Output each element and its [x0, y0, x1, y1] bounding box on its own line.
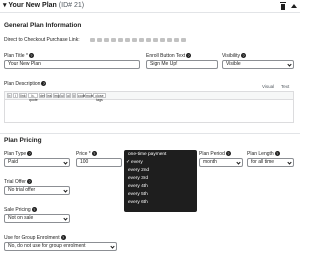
- plan-length-label: Plan Length?: [247, 151, 280, 157]
- trial-offer-select[interactable]: No trial offer: [4, 186, 70, 195]
- chevron-down-icon: [287, 62, 292, 67]
- code-button[interactable]: code: [77, 93, 86, 98]
- group-enrolment-select[interactable]: No, do not use for group enrolment: [4, 242, 117, 251]
- price-input[interactable]: 100: [76, 158, 122, 167]
- menu-item-every-2nd[interactable]: every 2nd: [128, 168, 149, 173]
- help-icon: ?: [240, 53, 246, 59]
- plan-header: ▾ Your New Plan (ID# 21): [0, 0, 300, 13]
- menu-item-every-5th[interactable]: every 5th: [128, 192, 148, 197]
- enroll-button-input[interactable]: Sign Me Up!: [146, 60, 218, 69]
- group-enrolment-label: Use for Group Enrolment?: [4, 235, 66, 241]
- chevron-down-icon: [63, 188, 68, 193]
- chevron-down-icon: [63, 216, 68, 221]
- trial-offer-label: Trial Offer?: [4, 179, 32, 185]
- editor-toolbar: b i link b-quote del ins img ul ol li co…: [5, 92, 293, 102]
- close-tags-button[interactable]: close tags: [93, 93, 106, 102]
- link-button[interactable]: link: [19, 93, 27, 98]
- menu-item-one-time[interactable]: one-time payment: [128, 152, 166, 157]
- general-heading: General Plan Information: [4, 22, 82, 29]
- chevron-down-icon: [287, 160, 292, 165]
- checkout-link-label: Direct to Checkout Purchase Link:: [4, 37, 80, 43]
- pricing-heading: Plan Pricing: [4, 137, 42, 144]
- plan-length-select[interactable]: for all time: [247, 158, 294, 167]
- help-icon: ?: [28, 53, 34, 59]
- plan-title-label: Plan Title *?: [4, 53, 34, 59]
- tab-visual[interactable]: Visual: [262, 84, 274, 89]
- menu-item-every-3rd[interactable]: every 3rd: [128, 176, 148, 181]
- menu-item-every-4th[interactable]: every 4th: [128, 184, 148, 189]
- checkout-link-value[interactable]: [90, 38, 186, 42]
- plan-header-title[interactable]: ▾ Your New Plan (ID# 21): [3, 1, 84, 9]
- chevron-down-icon: [63, 160, 68, 165]
- chevron-down-icon: [110, 244, 115, 249]
- visibility-select[interactable]: Visible: [222, 60, 294, 69]
- img-button[interactable]: img: [53, 93, 60, 98]
- description-editor[interactable]: b i link b-quote del ins img ul ol li co…: [4, 91, 294, 123]
- help-icon: ?: [225, 151, 231, 157]
- li-button[interactable]: li: [72, 93, 76, 98]
- help-icon: ?: [274, 151, 280, 157]
- chevron-down-icon: [236, 160, 241, 165]
- plan-title-input[interactable]: Your New Plan: [4, 60, 140, 69]
- enroll-button-label: Enroll Button Text?: [146, 53, 192, 59]
- help-icon: ?: [31, 207, 37, 213]
- plan-type-label: Plan Type?: [4, 151, 33, 157]
- section-divider: [0, 133, 300, 134]
- plan-period-select[interactable]: month: [199, 158, 243, 167]
- plan-name: Your New Plan: [8, 2, 57, 9]
- bold-button[interactable]: b: [7, 93, 12, 98]
- tab-text[interactable]: Text: [281, 84, 289, 89]
- help-icon: ?: [60, 235, 66, 241]
- blockquote-button[interactable]: b-quote: [28, 93, 38, 102]
- plan-id: (ID# 21): [58, 2, 85, 9]
- sale-pricing-label: Sale Pricing?: [4, 207, 37, 213]
- visibility-label: Visibility?: [222, 53, 246, 59]
- menu-item-every[interactable]: every: [126, 160, 143, 165]
- price-label: Price *?: [76, 151, 97, 157]
- sale-pricing-select[interactable]: Not on sale: [4, 214, 70, 223]
- help-icon: ?: [41, 81, 47, 87]
- italic-button[interactable]: i: [13, 93, 18, 98]
- help-icon: ?: [91, 151, 97, 157]
- del-button[interactable]: del: [39, 93, 45, 98]
- ins-button[interactable]: ins: [46, 93, 52, 98]
- help-icon: ?: [186, 53, 192, 59]
- help-icon: ?: [26, 179, 32, 185]
- caret-down-icon[interactable]: ▾: [3, 2, 7, 9]
- caret-up-icon[interactable]: [291, 4, 297, 8]
- trash-icon[interactable]: [280, 2, 286, 10]
- more-button[interactable]: more: [85, 93, 94, 98]
- ul-button[interactable]: ul: [60, 93, 65, 98]
- menu-item-every-6th[interactable]: every 6th: [128, 200, 148, 205]
- description-label: Plan Description?: [4, 81, 47, 87]
- plan-period-label: Plan Period?: [199, 151, 231, 157]
- interval-dropdown-menu[interactable]: one-time payment every every 2nd every 3…: [124, 150, 197, 212]
- plan-type-select[interactable]: Paid: [4, 158, 70, 167]
- help-icon: ?: [27, 151, 33, 157]
- ol-button[interactable]: ol: [66, 93, 71, 98]
